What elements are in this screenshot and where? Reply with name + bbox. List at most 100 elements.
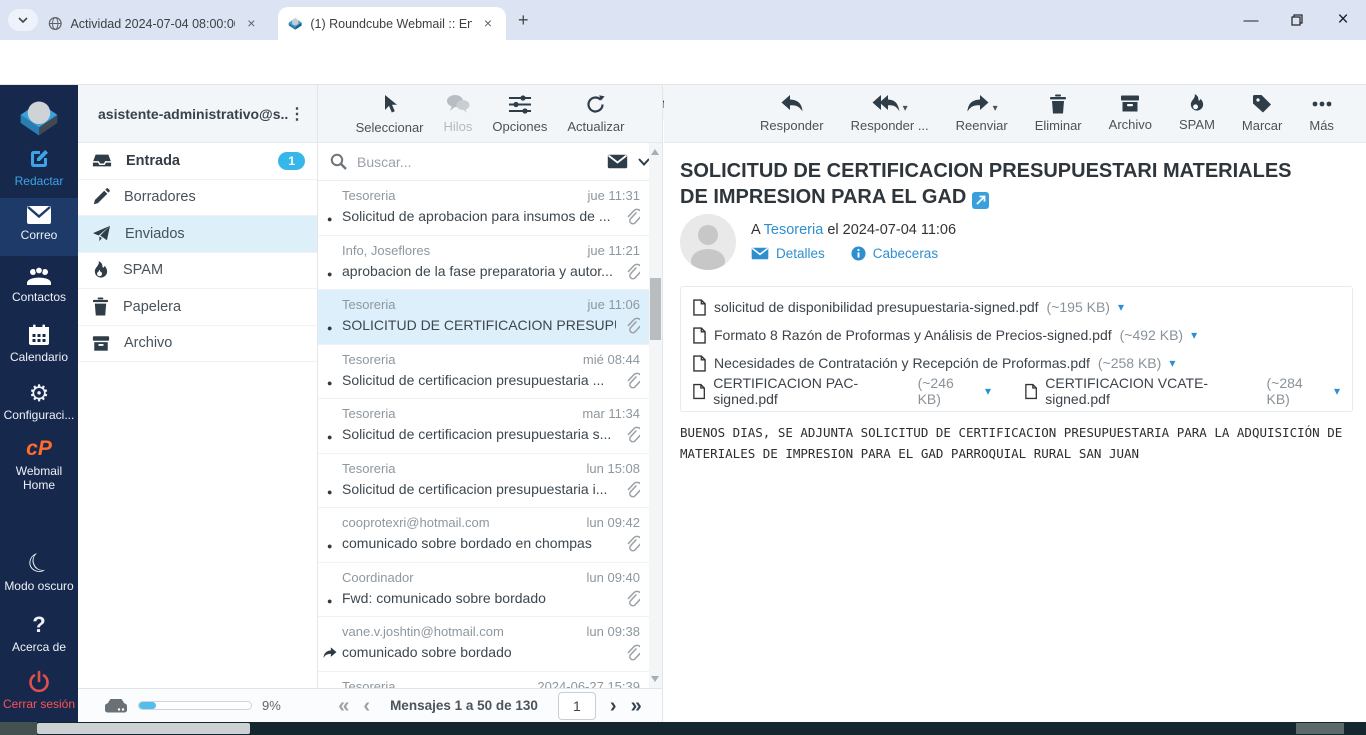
nav-about[interactable]: ? Acerca de — [0, 613, 78, 654]
attachment-menu-caret-icon[interactable]: ▾ — [1191, 328, 1197, 342]
list-scrollbar[interactable] — [649, 143, 662, 688]
reply-all-button[interactable]: ▾ Responder ... — [851, 94, 929, 133]
delete-button[interactable]: Eliminar — [1035, 94, 1082, 133]
close-window-button[interactable]: × — [1320, 0, 1366, 40]
first-page-button[interactable]: « — [338, 696, 349, 716]
more-button[interactable]: Más — [1309, 94, 1334, 133]
message-row[interactable]: Tesoreriajue 11:31 ●Solicitud de aprobac… — [318, 181, 650, 236]
attachment-item[interactable]: CERTIFICACION PAC-signed.pdf (~246 KB) ▾ — [693, 375, 991, 407]
account-header: asistente-administrativo@s... ⋮ — [78, 85, 317, 143]
cpanel-logo-icon: cP — [0, 437, 78, 461]
tab-search-button[interactable] — [8, 9, 38, 31]
prev-page-button[interactable]: ‹ — [363, 696, 370, 716]
refresh-button[interactable]: Actualizar — [567, 94, 624, 134]
msg-sender: Tesoreria — [342, 352, 395, 367]
nav-mail[interactable]: Correo — [0, 205, 78, 242]
attachment-item[interactable]: CERTIFICACION VCATE-signed.pdf (~284 KB)… — [1025, 375, 1340, 407]
unread-dot-icon: ● — [327, 432, 332, 442]
attachment-item[interactable]: Formato 8 Razón de Proformas y Análisis … — [693, 321, 1340, 349]
message-row[interactable]: cooprotexri@hotmail.comlun 09:42 ●comuni… — [318, 508, 650, 563]
folder-archive[interactable]: Archivo — [78, 326, 317, 363]
unread-dot-icon: ● — [327, 487, 332, 497]
msg-date: lun 15:08 — [587, 461, 641, 476]
select-button[interactable]: Seleccionar — [356, 94, 424, 135]
attachment-name[interactable]: CERTIFICACION VCATE-signed.pdf — [1045, 375, 1258, 407]
message-row[interactable]: Coordinadorlun 09:40 ●Fwd: comunicado so… — [318, 563, 650, 618]
pagination: « ‹ Mensajes 1 a 50 de 130 › » — [318, 692, 662, 720]
options-button[interactable]: Opciones — [492, 94, 547, 134]
account-menu-kebab[interactable]: ⋮ — [289, 104, 305, 124]
attachment-name[interactable]: solicitud de disponibilidad presupuestar… — [714, 299, 1039, 315]
folder-trash[interactable]: Papelera — [78, 289, 317, 326]
nav-webmail-home[interactable]: cP Webmail Home — [0, 437, 78, 492]
pointer-icon — [381, 94, 399, 116]
msg-sender: Tesoreria — [342, 461, 395, 476]
new-tab-button[interactable]: + — [518, 10, 529, 31]
page-number-input[interactable] — [558, 692, 596, 720]
search-input[interactable] — [357, 154, 597, 170]
nav-contacts[interactable]: Contactos — [0, 265, 78, 304]
nav-logout[interactable]: Cerrar sesión — [0, 670, 78, 711]
nav-settings[interactable]: ⚙ Configuraci... — [0, 381, 78, 422]
folder-drafts[interactable]: Borradores — [78, 180, 317, 217]
spam-button[interactable]: SPAM — [1179, 94, 1215, 132]
attachment-item[interactable]: solicitud de disponibilidad presupuestar… — [693, 293, 1340, 321]
quota-indicator: 9% — [78, 698, 318, 714]
attachment-menu-caret-icon[interactable]: ▾ — [1118, 300, 1124, 314]
reply-button[interactable]: Responder — [760, 94, 824, 133]
scroll-down-arrow[interactable] — [651, 676, 659, 682]
attachment-name[interactable]: CERTIFICACION PAC-signed.pdf — [713, 375, 909, 407]
gear-icon: ⚙ — [0, 381, 78, 405]
folder-sent[interactable]: Enviados — [78, 216, 317, 253]
scope-mail-icon[interactable] — [607, 154, 628, 169]
attachment-item[interactable]: Necesidades de Contratación y Recepción … — [693, 349, 1340, 377]
nav-dark-mode[interactable]: ☾ Modo oscuro — [0, 550, 78, 593]
message-subject: SOLICITUD DE CERTIFICACION PRESUPUESTARI… — [680, 158, 1322, 210]
browser-tab-roundcube[interactable]: (1) Roundcube Webmail :: Envia × — [278, 7, 506, 40]
scroll-up-arrow[interactable] — [651, 149, 659, 155]
attachment-menu-caret-icon[interactable]: ▾ — [1334, 384, 1340, 398]
flame-icon — [1188, 94, 1205, 113]
headers-toggle[interactable]: Cabeceras — [851, 246, 938, 261]
message-row[interactable]: vane.v.joshtin@hotmail.comlun 09:38 comu… — [318, 617, 650, 672]
msg-sender: Coordinador — [342, 570, 414, 585]
mark-button[interactable]: Marcar — [1242, 94, 1282, 133]
next-page-button[interactable]: › — [610, 696, 617, 716]
attachment-menu-caret-icon[interactable]: ▾ — [1169, 356, 1175, 370]
folder-spam[interactable]: SPAM — [78, 253, 317, 290]
envelope-icon — [751, 247, 769, 260]
nav-calendar[interactable]: Calendario — [0, 323, 78, 364]
reading-pane: Responder ▾ Responder ... ▾ Reenviar Eli… — [664, 85, 1366, 722]
attachment-name[interactable]: Necesidades de Contratación y Recepción … — [714, 355, 1090, 371]
msg-date: lun 09:40 — [587, 570, 641, 585]
archive-button[interactable]: Archivo — [1109, 94, 1152, 132]
message-row-selected[interactable]: Tesoreriajue 11:06 ●SOLICITUD DE CERTIFI… — [318, 290, 650, 345]
msg-date: jue 11:21 — [587, 243, 640, 258]
message-row[interactable]: Tesoreriamié 08:44 ●Solicitud de certifi… — [318, 345, 650, 400]
last-page-button[interactable]: » — [631, 696, 642, 716]
msg-date: lun 09:38 — [587, 624, 641, 639]
scrollbar-thumb[interactable] — [650, 278, 661, 340]
details-toggle[interactable]: Detalles — [751, 246, 825, 261]
mail-icon — [26, 205, 52, 225]
forward-button-toolbar[interactable]: ▾ Reenviar — [956, 94, 1008, 133]
attachment-menu-caret-icon[interactable]: ▾ — [985, 384, 991, 398]
attachment-name[interactable]: Formato 8 Razón de Proformas y Análisis … — [714, 327, 1112, 343]
message-row[interactable]: Info, Josefloresjue 11:21 ●aprobacion de… — [318, 236, 650, 291]
message-row[interactable]: Tesoreria2024-06-27 15:39 — [318, 672, 650, 688]
horizontal-scrollbar-thumb[interactable] — [37, 723, 250, 734]
horizontal-scrollbar[interactable] — [0, 722, 1366, 735]
folder-inbox[interactable]: Entrada 1 — [78, 143, 317, 180]
browser-tab-activity[interactable]: Actividad 2024-07-04 08:00:00 × — [38, 7, 270, 40]
open-in-new-window-icon[interactable] — [972, 192, 989, 209]
nav-compose[interactable]: Redactar — [0, 147, 78, 188]
close-icon[interactable]: × — [480, 15, 496, 33]
message-row[interactable]: Tesoreriamar 11:34 ●Solicitud de certifi… — [318, 399, 650, 454]
close-icon[interactable]: × — [243, 15, 260, 33]
message-row[interactable]: Tesorerialun 15:08 ●Solicitud de certifi… — [318, 454, 650, 509]
restore-button[interactable] — [1274, 0, 1320, 40]
threads-button[interactable]: Hilos — [444, 94, 473, 134]
recipient-link[interactable]: Tesoreria — [764, 222, 824, 238]
minimize-button[interactable]: — — [1228, 0, 1274, 40]
paperclip-icon — [624, 207, 640, 225]
